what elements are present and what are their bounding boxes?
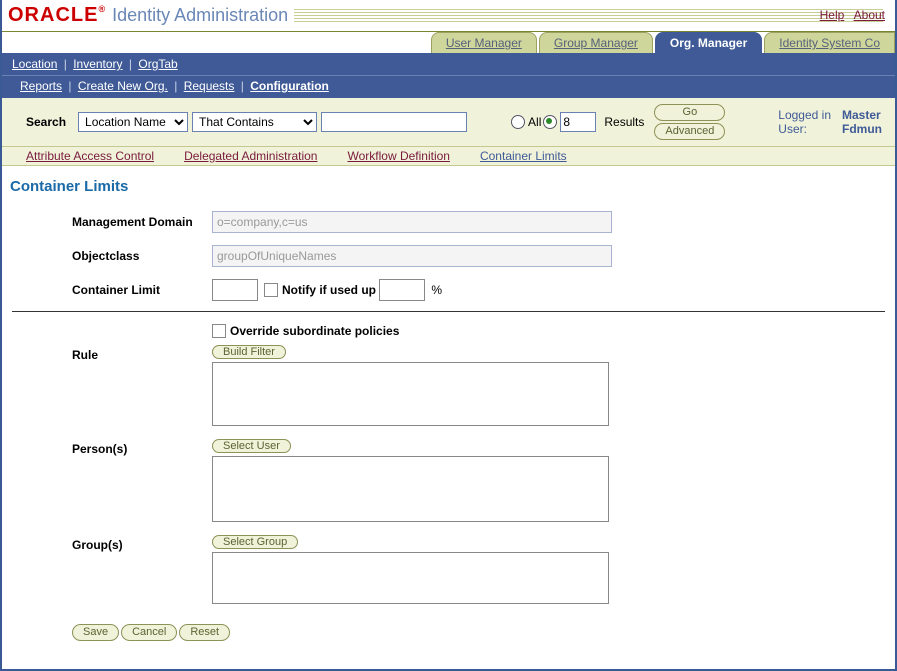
persons-listbox[interactable] — [212, 456, 609, 522]
label-override: Override subordinate policies — [230, 324, 399, 338]
config-tab-wf[interactable]: Workflow Definition — [347, 149, 449, 163]
field-notify-pct[interactable] — [379, 279, 425, 301]
subnav-configuration[interactable]: Configuration — [250, 79, 329, 93]
nav-bar: Location | Inventory | OrgTab — [2, 53, 895, 75]
build-filter-button[interactable]: Build Filter — [212, 345, 286, 359]
advanced-button[interactable]: Advanced — [654, 123, 725, 140]
reset-button[interactable]: Reset — [179, 624, 230, 641]
tab-org-manager[interactable]: Org. Manager — [655, 32, 762, 53]
groups-listbox[interactable] — [212, 552, 609, 604]
label-groups: Group(s) — [12, 534, 212, 552]
checkbox-notify[interactable] — [264, 283, 278, 297]
results-label: Results — [600, 115, 648, 129]
select-user-button[interactable]: Select User — [212, 439, 291, 453]
sub-nav-bar: Reports | Create New Org. | Requests | C… — [2, 75, 895, 98]
product-name: Identity Administration — [106, 5, 288, 26]
checkbox-override[interactable] — [212, 324, 226, 338]
main-tabs: User Manager Group Manager Org. Manager … — [2, 31, 895, 53]
nav-location[interactable]: Location — [12, 57, 57, 71]
radio-count[interactable] — [543, 115, 557, 129]
top-links: Help About — [814, 8, 885, 22]
field-mgmt-domain — [212, 211, 612, 233]
config-tab-cl[interactable]: Container Limits — [480, 149, 567, 163]
page-title: Container Limits — [2, 166, 895, 205]
results-count-input[interactable] — [560, 112, 596, 132]
tab-user-manager[interactable]: User Manager — [431, 32, 537, 53]
label-rule: Rule — [12, 344, 212, 362]
header-stripes — [294, 9, 883, 23]
field-objectclass — [212, 245, 612, 267]
label-notify: Notify if used up — [282, 283, 376, 297]
brand-logo: ORACLE® — [8, 4, 106, 27]
field-container-limit[interactable] — [212, 279, 258, 301]
subnav-requests[interactable]: Requests — [184, 79, 235, 93]
logged-in-user: Logged inUser: MasterFdmun — [775, 105, 889, 139]
label-persons: Person(s) — [12, 438, 212, 456]
go-button[interactable]: Go — [654, 104, 725, 121]
label-container-limit: Container Limit — [12, 283, 212, 297]
label-mgmt-domain: Management Domain — [12, 215, 212, 229]
config-tabs: Attribute Access Control Delegated Admin… — [2, 146, 895, 166]
tab-identity-system[interactable]: Identity System Co — [764, 32, 895, 53]
label-objectclass: Objectclass — [12, 249, 212, 263]
search-row: Search Location Name That Contains All R… — [2, 98, 895, 146]
search-field-select[interactable]: Location Name — [78, 112, 188, 132]
select-group-button[interactable]: Select Group — [212, 535, 298, 549]
radio-group: All — [511, 112, 596, 132]
form-area: Management Domain Objectclass Container … — [2, 205, 895, 669]
cancel-button[interactable]: Cancel — [121, 624, 177, 641]
nav-inventory[interactable]: Inventory — [73, 57, 122, 71]
config-tab-aac[interactable]: Attribute Access Control — [26, 149, 154, 163]
rule-listbox[interactable] — [212, 362, 609, 426]
config-tab-da[interactable]: Delegated Administration — [184, 149, 317, 163]
search-label: Search — [8, 115, 74, 129]
subnav-reports[interactable]: Reports — [20, 79, 62, 93]
header: ORACLE® Identity Administration Help Abo… — [2, 0, 895, 31]
nav-orgtab[interactable]: OrgTab — [138, 57, 177, 71]
radio-all[interactable] — [511, 115, 525, 129]
divider — [12, 311, 885, 312]
button-row: Save Cancel Reset — [12, 616, 885, 649]
about-link[interactable]: About — [854, 8, 885, 22]
subnav-create-org[interactable]: Create New Org. — [78, 79, 168, 93]
logo-area: ORACLE® Identity Administration — [8, 4, 288, 31]
help-link[interactable]: Help — [820, 8, 845, 22]
tab-group-manager[interactable]: Group Manager — [539, 32, 653, 53]
search-op-select[interactable]: That Contains — [192, 112, 317, 132]
save-button[interactable]: Save — [72, 624, 119, 641]
search-input[interactable] — [321, 112, 467, 132]
label-pct: % — [431, 283, 442, 297]
radio-all-label: All — [528, 115, 541, 129]
